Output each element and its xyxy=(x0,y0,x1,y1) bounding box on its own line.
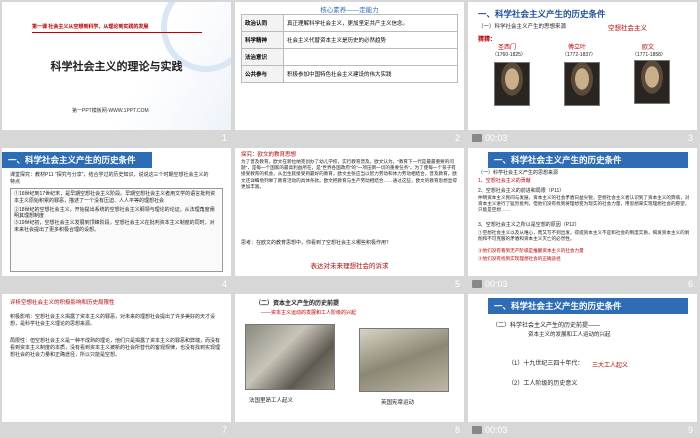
slide-number-bar: 7 xyxy=(221,425,227,435)
slide-number-bar: 00:03 3 xyxy=(466,130,699,146)
slide-thumb-6[interactable]: 一、科学社会主义产生的历史条件 （一）科学社会主义产生的思想来源 1、空想社会主… xyxy=(466,146,699,292)
portrait-image xyxy=(634,60,670,104)
slide-number-bar: 00:03 9 xyxy=(466,422,699,438)
slide-heading: 一、科学社会主义产生的历史条件 xyxy=(2,152,152,168)
slide-canvas: 第一课 社会主义从空想到科学、从理论到实践的发展 科学社会主义的理论与实践 第一… xyxy=(2,2,231,130)
slide-canvas: （二）资本主义产生的历史前提 ——资本主义运动的发展和工人阶级的兴起 法国里昂工… xyxy=(235,294,464,422)
portrait-image xyxy=(494,62,530,106)
slide-thumb-2[interactable]: 核心素养——定能力 政治认同 真正理解科学社会主义，更加坚定共产主义信念。 科学精… xyxy=(233,0,466,146)
recording-icon xyxy=(472,280,482,288)
slide-number-bar: 1 xyxy=(221,133,227,143)
slide-number-bar: 5 xyxy=(454,279,460,289)
slide-number-bar: 8 xyxy=(454,425,460,435)
slide-canvas: 一、科学社会主义产生的历史条件 （一）科学社会主义产生的思想来源 1、空想社会主… xyxy=(468,148,697,276)
competency-table: 政治认同 真正理解科学社会主义，更加坚定共产主义信念。 科学精神 社会主义代替资本主… xyxy=(241,14,458,83)
slide-heading: 一、科学社会主义产生的历史条件 xyxy=(488,152,688,168)
slide-canvas: 核心素养——定能力 政治认同 真正理解科学社会主义，更加坚定共产主义信念。 科学精… xyxy=(235,2,464,130)
slide-thumb-4[interactable]: 一、科学社会主义产生的历史条件 课堂探究：教材P11 "探究与分享"，结合学过的… xyxy=(0,146,233,292)
slide-canvas: 评析空想社会主义的积极影响和历史局限性 积极影响：空想社会主义揭露了资本主义的罪… xyxy=(2,294,231,422)
slide-thumb-1[interactable]: 第一课 社会主义从空想到科学、从理论到实践的发展 科学社会主义的理论与实践 第一… xyxy=(0,0,233,146)
slide-thumb-7[interactable]: 评析空想社会主义的积极影响和历史局限性 积极影响：空想社会主义揭露了资本主义的罪… xyxy=(0,292,233,438)
slide-thumb-5[interactable]: 探究：欧文的教育思想 为了普及教育，欧文在新拉纳克创办了幼儿学校，实行教育普及。… xyxy=(233,146,466,292)
slide-footer: 第一PPT模板网-WWW.1PPT.COM xyxy=(72,108,149,114)
slide-thumb-3[interactable]: 一、科学社会主义产生的历史条件 （一）科学社会主义产生的思想来源 空想社会主义 … xyxy=(466,0,699,146)
slide-thumbnail-grid: 第一课 社会主义从空想到科学、从理论到实践的发展 科学社会主义的理论与实践 第一… xyxy=(0,0,700,438)
content-box: ①16世纪到17世纪末，是早期空想社会主义阶段。早期空想社会主义者用文学的语言批… xyxy=(10,188,223,272)
photo-image xyxy=(245,324,335,390)
slide-number-bar: 2 xyxy=(454,133,460,143)
slide-canvas: 探究：欧文的教育思想 为了普及教育，欧文在新拉纳克创办了幼儿学校，实行教育普及。… xyxy=(235,148,464,276)
slide-thumb-9[interactable]: 一、科学社会主义产生的历史条件 （二）科学社会主义产生的历史前提—— 资本主义的… xyxy=(466,292,699,438)
recording-icon xyxy=(472,426,482,434)
portrait-image xyxy=(564,62,600,106)
slide-lesson-line: 第一课 社会主义从空想到科学、从理论到实践的发展 xyxy=(32,24,149,30)
recording-icon xyxy=(472,134,482,142)
slide-number-bar: 00:03 6 xyxy=(466,276,699,292)
slide-title: 科学社会主义的理论与实践 xyxy=(50,61,183,73)
slide-canvas: 一、科学社会主义产生的历史条件 （一）科学社会主义产生的思想来源 空想社会主义 … xyxy=(468,2,697,130)
slide-canvas: 一、科学社会主义产生的历史条件 课堂探究：教材P11 "探究与分享"，结合学过的… xyxy=(2,148,231,276)
slide-number-bar: 4 xyxy=(221,279,227,289)
slide-canvas: 一、科学社会主义产生的历史条件 （二）科学社会主义产生的历史前提—— 资本主义的… xyxy=(468,294,697,422)
slide-heading: 核心素养——定能力 xyxy=(320,7,379,14)
slide-thumb-8[interactable]: （二）资本主义产生的历史前提 ——资本主义运动的发展和工人阶级的兴起 法国里昂工… xyxy=(233,292,466,438)
photo-image xyxy=(359,328,449,392)
slide-heading: 一、科学社会主义产生的历史条件 xyxy=(488,298,688,314)
slide-heading: 一、科学社会主义产生的历史条件 xyxy=(478,9,606,19)
